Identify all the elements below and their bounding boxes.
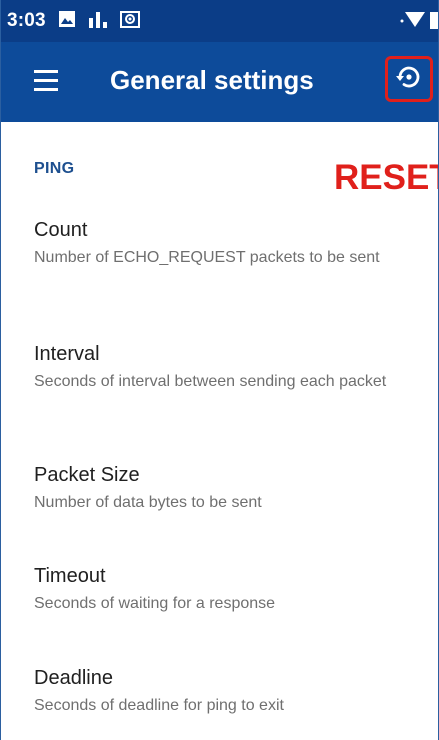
status-icons-left (58, 9, 142, 34)
reset-button[interactable] (385, 56, 433, 102)
pref-summary: Number of data bytes to be sent (34, 494, 262, 511)
image-icon (58, 10, 76, 33)
pref-item-count[interactable]: Count Number of ECHO_REQUEST packets to … (34, 217, 414, 268)
pref-item-deadline[interactable]: Deadline Seconds of deadline for ping to… (34, 665, 414, 716)
pref-title: Interval (34, 343, 100, 365)
pref-summary: Seconds of deadline for ping to exit (34, 697, 284, 714)
page-title: General settings (110, 65, 314, 95)
status-icons-right (400, 0, 438, 42)
reset-annotation-label: RESET (334, 158, 438, 197)
pref-item-packet-size[interactable]: Packet Size Number of data bytes to be s… (34, 462, 414, 513)
section-header-ping: PING (34, 160, 75, 177)
pref-item-interval[interactable]: Interval Seconds of interval between sen… (34, 341, 414, 392)
app-bar: General settings (1, 42, 438, 122)
battery-icon (430, 9, 438, 34)
pref-title: Timeout (34, 565, 106, 587)
hamburger-menu-icon (34, 70, 58, 73)
pref-title: Deadline (34, 667, 113, 689)
hamburger-menu-bar (34, 88, 58, 91)
pref-summary: Seconds of waiting for a response (34, 595, 276, 612)
pref-title: Count (34, 219, 88, 241)
pref-summary: Number of ECHO_REQUEST packets to be sen… (34, 249, 380, 266)
pref-title: Packet Size (34, 464, 140, 486)
settings-screen: 3:03 General settings PING RESE Count Nu… (0, 0, 439, 740)
hamburger-menu-bar (34, 79, 58, 82)
status-bar: 3:03 (1, 0, 438, 42)
pref-summary: Seconds of interval between sending each… (34, 373, 387, 390)
pref-item-timeout[interactable]: Timeout Seconds of waiting for a respons… (34, 563, 414, 614)
signal-bars-icon (88, 9, 108, 34)
status-time: 3:03 (7, 10, 46, 31)
settings-gear-icon (119, 9, 142, 34)
restore-icon (395, 63, 423, 96)
wifi-icon (400, 9, 426, 34)
menu-button[interactable] (34, 70, 58, 92)
